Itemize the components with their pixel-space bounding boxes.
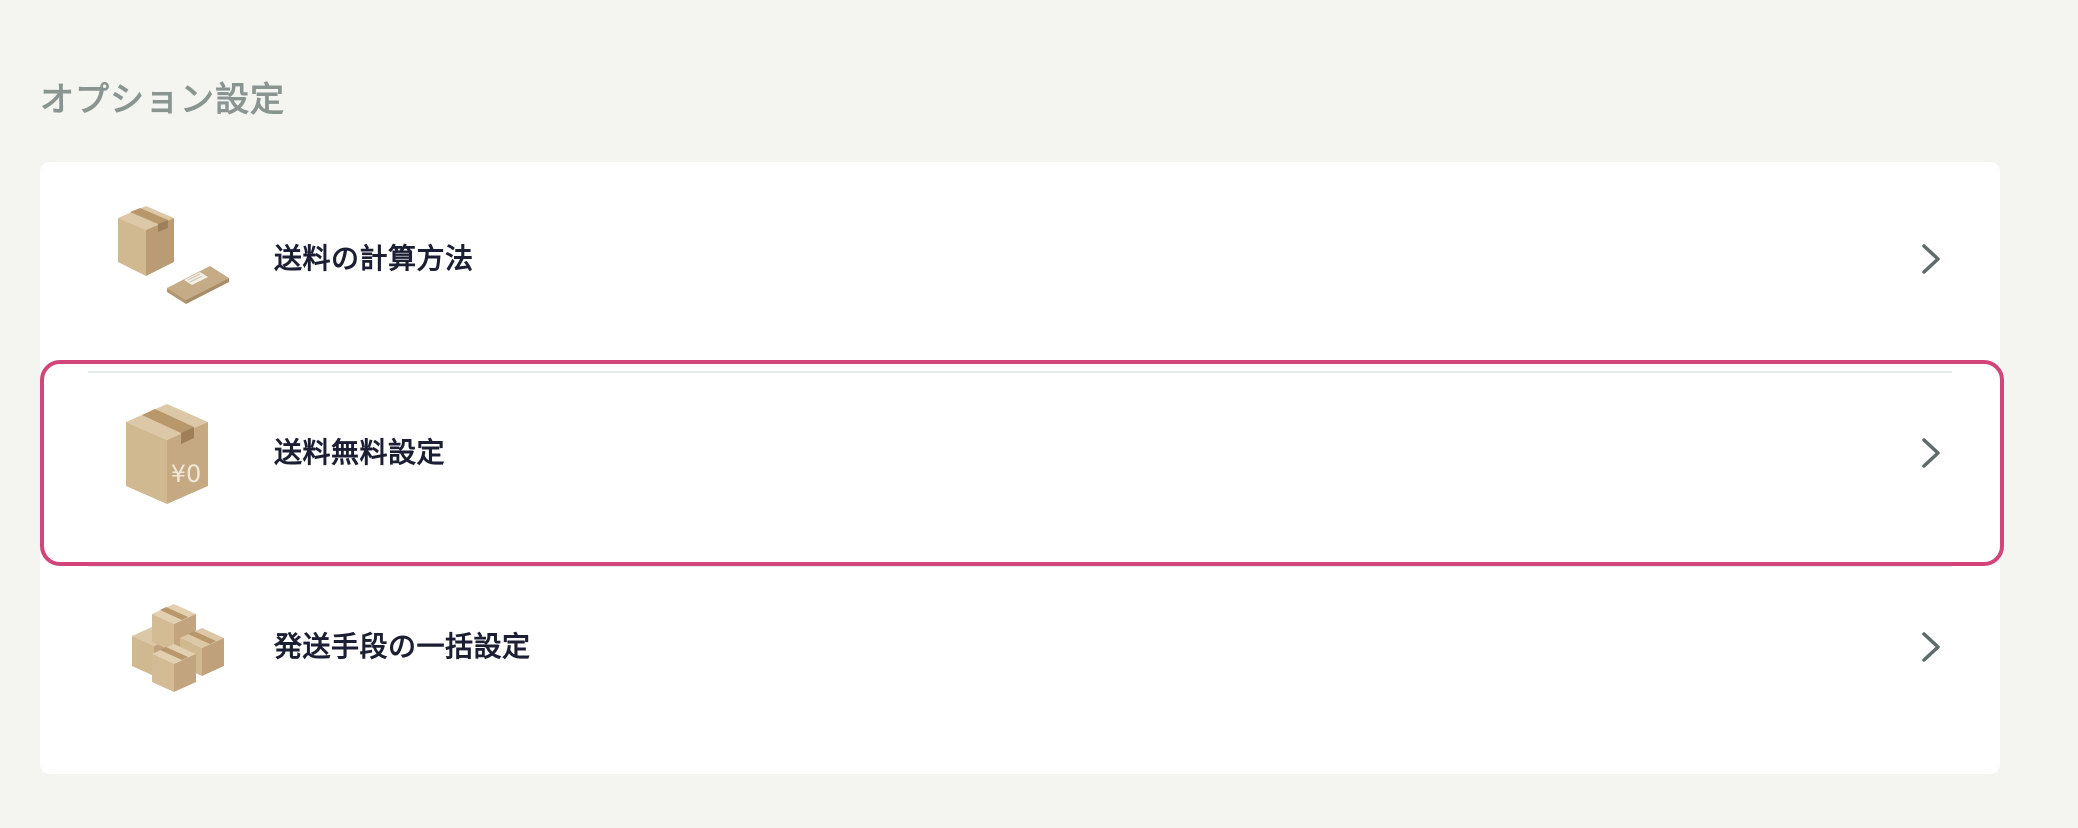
options-card: 送料の計算方法 ¥0 送料無料設定 発送手段の一括設定 — [40, 162, 2000, 774]
chevron-right-icon — [1922, 632, 1940, 662]
svg-text:¥0: ¥0 — [171, 460, 202, 488]
option-row-free-shipping[interactable]: ¥0 送料無料設定 — [40, 356, 2000, 550]
option-row-bulk-shipping-method[interactable]: 発送手段の一括設定 — [40, 550, 2000, 744]
chevron-right-icon — [1922, 438, 1940, 468]
stacked-boxes-icon — [132, 604, 224, 692]
option-label: 発送手段の一括設定 — [274, 630, 531, 663]
chevron-right-icon — [1922, 244, 1940, 274]
option-label: 送料の計算方法 — [274, 242, 474, 275]
box-and-envelope-icon — [118, 206, 229, 304]
box-yen-zero-icon: ¥0 — [126, 404, 208, 504]
section-title: オプション設定 — [40, 80, 285, 120]
option-row-shipping-calculation[interactable]: 送料の計算方法 — [40, 162, 2000, 356]
option-label: 送料無料設定 — [274, 436, 446, 469]
